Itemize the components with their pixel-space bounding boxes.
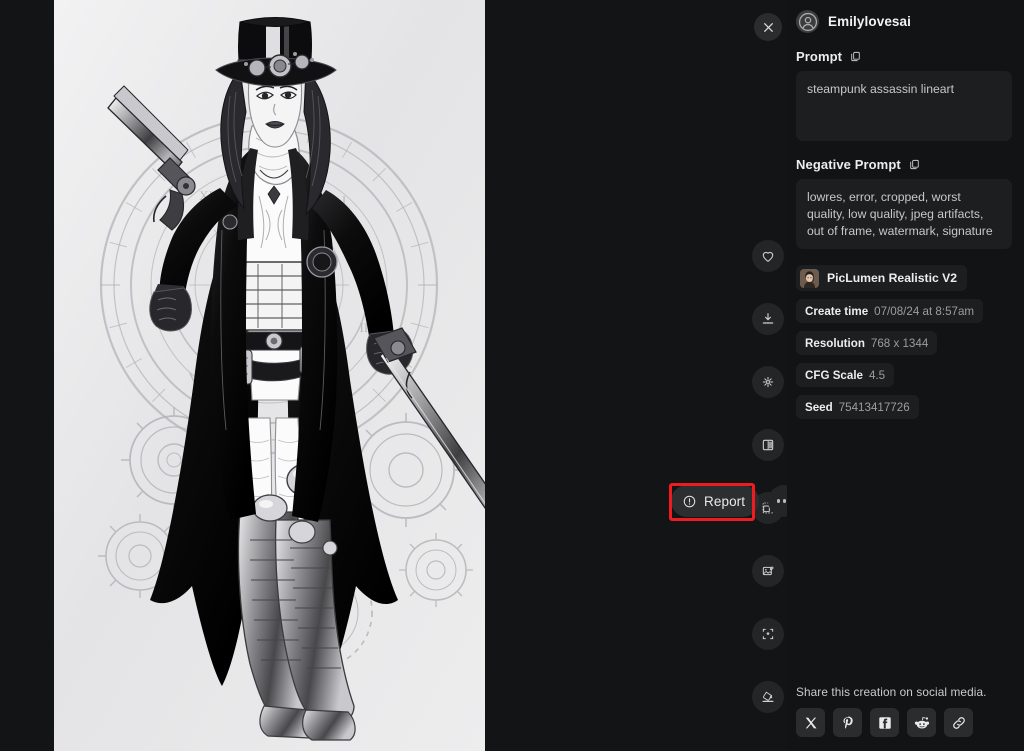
resolution-value: 768 x 1344 — [870, 336, 929, 350]
heart-icon — [762, 251, 774, 262]
rail-gap — [752, 398, 784, 429]
negative-prompt-label-row: Negative Prompt — [796, 157, 1012, 172]
model-name: PicLumen Realistic V2 — [827, 271, 958, 286]
link-icon — [952, 716, 965, 729]
sparkle-icon — [762, 376, 774, 388]
compare-split-icon — [762, 439, 774, 451]
seed-value: 75413417726 — [838, 400, 910, 414]
edit-image-icon — [762, 566, 774, 576]
warning-circle-icon — [683, 495, 696, 507]
avatar — [796, 10, 819, 33]
upscale-icon — [762, 628, 774, 640]
rail-gap — [752, 524, 784, 555]
model-thumbnail — [800, 268, 819, 288]
negative-prompt-label: Negative Prompt — [796, 157, 901, 172]
cfg-scale-value: 4.5 — [869, 368, 886, 382]
favorite-button[interactable] — [752, 240, 784, 272]
share-section: Share this creation on social media. — [796, 685, 1015, 737]
report-row: Report — [671, 485, 801, 517]
share-copy-link-button[interactable] — [944, 708, 973, 737]
image-info-panel: Emilylovesai Prompt steampunk assassin l… — [787, 0, 1024, 751]
seed-row: Seed 75413417726 — [796, 395, 1012, 420]
remove-background-button[interactable] — [752, 681, 784, 713]
create-time-badge: Create time 07/08/24 at 8:57am — [796, 299, 984, 324]
image-action-rail — [752, 240, 784, 713]
upscale-button[interactable] — [752, 618, 784, 650]
download-button[interactable] — [752, 303, 784, 335]
seed-key: Seed — [805, 400, 833, 414]
share-icon-list — [796, 708, 1015, 737]
close-button[interactable] — [754, 13, 782, 41]
generation-metadata: PicLumen Realistic V2 Create time 07/08/… — [796, 265, 1012, 420]
download-icon — [762, 313, 774, 324]
x-twitter-icon — [805, 717, 817, 728]
model-row: PicLumen Realistic V2 — [796, 265, 1012, 292]
reddit-icon — [914, 716, 929, 728]
facebook-icon — [878, 716, 891, 729]
model-thumbnail-image — [800, 268, 819, 288]
prompt-label: Prompt — [796, 49, 843, 64]
cfg-scale-key: CFG Scale — [805, 368, 863, 382]
prompt-value[interactable]: steampunk assassin lineart — [796, 71, 1012, 141]
edit-button[interactable] — [752, 555, 784, 587]
copy-icon[interactable] — [908, 158, 921, 171]
resolution-badge: Resolution 768 x 1344 — [796, 331, 938, 356]
rail-gap — [752, 650, 784, 681]
pinterest-icon — [842, 715, 853, 729]
share-label: Share this creation on social media. — [796, 685, 987, 699]
share-x-button[interactable] — [796, 708, 825, 737]
image-viewer: XIX IXVIII III IIIIV — [0, 0, 801, 751]
share-reddit-button[interactable] — [907, 708, 936, 737]
create-time-key: Create time — [805, 304, 869, 318]
creator-row[interactable]: Emilylovesai — [796, 10, 1012, 33]
user-avatar-icon — [798, 12, 817, 31]
resolution-key: Resolution — [805, 336, 865, 350]
cfg-scale-badge: CFG Scale 4.5 — [796, 363, 895, 388]
image-detail-screen: XIX IXVIII III IIIIV — [0, 0, 1024, 751]
rail-gap — [752, 587, 784, 618]
artwork-image[interactable]: XIX IXVIII III IIIIV — [54, 0, 485, 751]
create-time-row: Create time 07/08/24 at 8:57am — [796, 299, 1012, 324]
paint-bucket-icon — [762, 691, 774, 702]
negative-prompt-value[interactable]: lowres, error, cropped, worst quality, l… — [796, 179, 1012, 250]
resolution-cfg-row: Resolution 768 x 1344 CFG Scale 4.5 — [796, 331, 1012, 388]
seed-badge: Seed 75413417726 — [796, 395, 919, 420]
copy-icon[interactable] — [849, 50, 862, 63]
report-button-label: Report — [704, 493, 746, 509]
rail-gap — [752, 335, 784, 366]
rail-gap — [752, 272, 784, 303]
model-badge[interactable]: PicLumen Realistic V2 — [796, 265, 968, 292]
create-time-value: 07/08/24 at 8:57am — [874, 304, 975, 318]
enhance-button[interactable] — [752, 366, 784, 398]
close-icon — [763, 22, 773, 32]
share-facebook-button[interactable] — [870, 708, 899, 737]
creator-name: Emilylovesai — [828, 14, 911, 29]
compare-button[interactable] — [752, 429, 784, 461]
prompt-label-row: Prompt — [796, 49, 1012, 64]
share-pinterest-button[interactable] — [833, 708, 862, 737]
report-button[interactable]: Report — [671, 485, 760, 517]
